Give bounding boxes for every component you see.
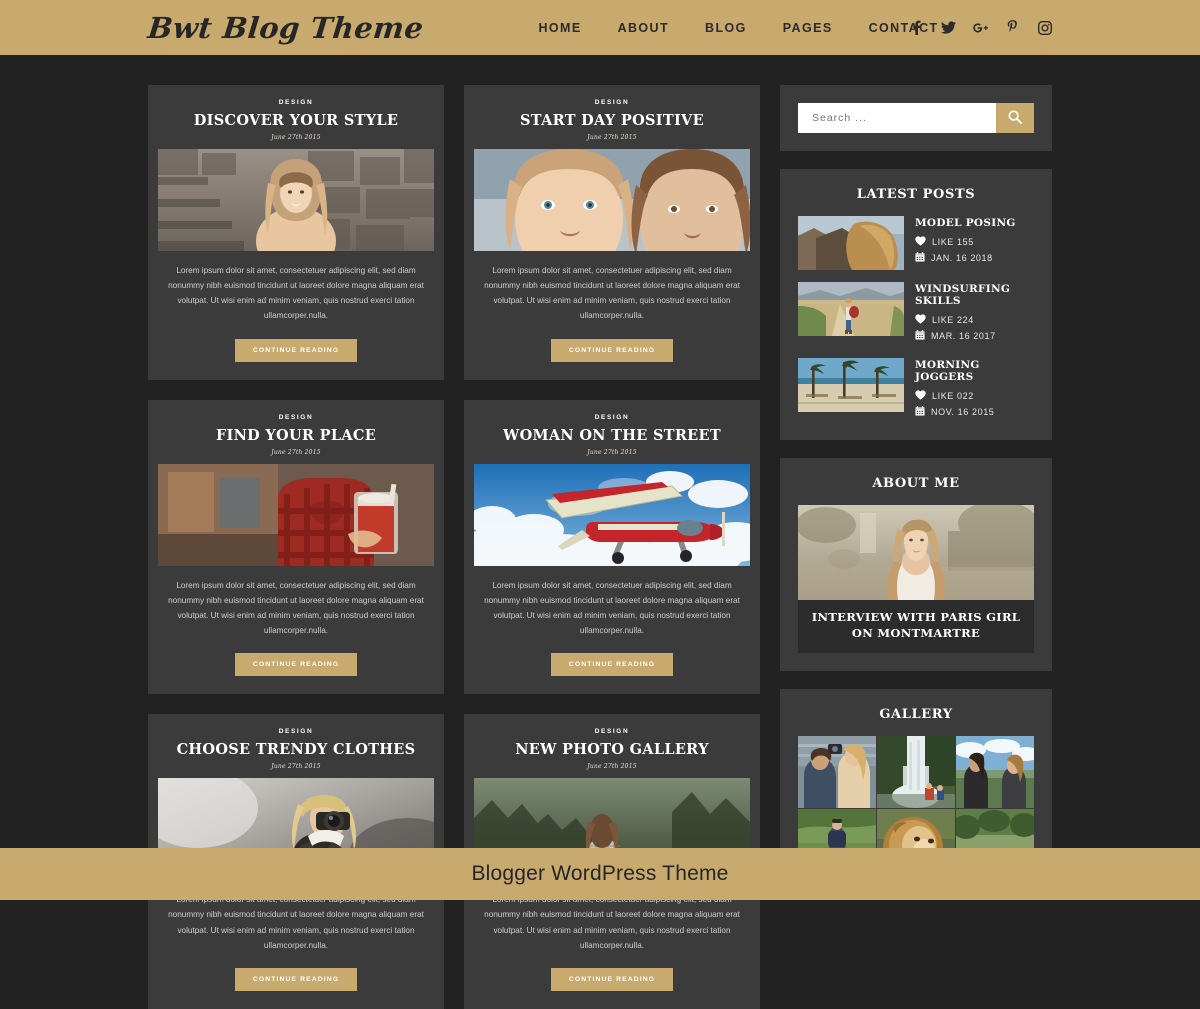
widget-title: GALLERY	[798, 707, 1034, 722]
latest-post-title[interactable]: WINDSURFING SKILLS	[915, 283, 1034, 307]
twitter-icon[interactable]	[941, 20, 956, 35]
post-category[interactable]: DESIGN	[158, 728, 434, 735]
search-widget	[780, 85, 1052, 151]
post-title[interactable]: START DAY POSITIVE	[474, 113, 750, 129]
sidebar: LATEST POSTS MODEL POSING	[780, 85, 1052, 899]
search-icon	[1008, 110, 1022, 127]
latest-post-date: JAN. 16 2018	[915, 252, 1034, 264]
continue-reading-button[interactable]: CONTINUE READING	[551, 653, 673, 676]
calendar-icon	[915, 330, 925, 342]
google-plus-icon[interactable]	[973, 20, 988, 35]
post-date-text: MAR. 16 2017	[931, 331, 996, 341]
nav-item-about[interactable]: ABOUT	[618, 21, 669, 35]
search-input[interactable]	[798, 103, 996, 133]
instagram-icon[interactable]	[1037, 20, 1052, 35]
heart-icon	[915, 314, 926, 326]
about-me-image[interactable]	[798, 505, 1034, 600]
nav-item-home[interactable]: HOME	[538, 21, 581, 35]
latest-post-likes: LIKE 022	[915, 390, 1034, 402]
gallery-item[interactable]	[798, 736, 876, 808]
like-count: LIKE 224	[932, 315, 974, 325]
post-image[interactable]	[158, 464, 434, 566]
social-links	[909, 20, 1052, 35]
post-image[interactable]	[158, 149, 434, 251]
like-count: LIKE 022	[932, 391, 974, 401]
site-footer: Blogger WordPress Theme	[0, 848, 1200, 900]
heart-icon	[915, 236, 926, 248]
latest-post-info: MORNING JOGGERS LIKE 022 NOV. 16 2015	[915, 358, 1034, 422]
site-logo[interactable]: Bwt Blog Theme	[146, 11, 425, 45]
post-title[interactable]: DISCOVER YOUR STYLE	[158, 113, 434, 129]
post-category[interactable]: DESIGN	[158, 99, 434, 106]
post-category[interactable]: DESIGN	[158, 414, 434, 421]
list-item[interactable]: MORNING JOGGERS LIKE 022 NOV. 16 2015	[798, 358, 1034, 422]
latest-post-thumbnail[interactable]	[798, 282, 904, 336]
post-excerpt: Lorem ipsum dolor sit amet, consectetuer…	[158, 566, 434, 639]
post-title[interactable]: WOMAN ON THE STREET	[474, 428, 750, 444]
post-category[interactable]: DESIGN	[474, 99, 750, 106]
continue-reading-button[interactable]: CONTINUE READING	[235, 968, 357, 991]
widget-title: LATEST POSTS	[798, 187, 1034, 202]
latest-post-thumbnail[interactable]	[798, 216, 904, 270]
like-count: LIKE 155	[932, 237, 974, 247]
post-card[interactable]: DESIGN START DAY POSITIVE June 27th 2015	[464, 85, 760, 380]
about-me-widget: ABOUT ME	[780, 458, 1052, 671]
post-excerpt: Lorem ipsum dolor sit amet, consectetuer…	[474, 251, 750, 324]
heart-icon	[915, 390, 926, 402]
latest-post-date: NOV. 16 2015	[915, 406, 1034, 418]
continue-reading-button[interactable]: CONTINUE READING	[551, 339, 673, 362]
search-bar	[798, 103, 1034, 133]
latest-post-likes: LIKE 155	[915, 236, 1034, 248]
continue-reading-button[interactable]: CONTINUE READING	[235, 339, 357, 362]
latest-post-thumbnail[interactable]	[798, 358, 904, 412]
latest-post-date: MAR. 16 2017	[915, 330, 1034, 342]
post-title[interactable]: CHOOSE TRENDY CLOTHES	[158, 742, 434, 758]
post-date: June 27th 2015	[158, 134, 434, 141]
latest-post-info: MODEL POSING LIKE 155 JAN. 16 2018	[915, 216, 1034, 268]
list-item[interactable]: MODEL POSING LIKE 155 JAN. 16 2018	[798, 216, 1034, 270]
site-header: Bwt Blog Theme HOME ABOUT BLOG PAGES CON…	[0, 0, 1200, 55]
post-date-text: JAN. 16 2018	[931, 253, 993, 263]
latest-post-title[interactable]: MORNING JOGGERS	[915, 359, 1034, 383]
latest-posts-widget: LATEST POSTS MODEL POSING	[780, 169, 1052, 440]
gallery-item[interactable]	[956, 736, 1034, 808]
post-excerpt: Lorem ipsum dolor sit amet, consectetuer…	[158, 251, 434, 324]
gallery-item[interactable]	[877, 736, 955, 808]
post-card[interactable]: DESIGN FIND YOUR PLACE June 27th 2015	[148, 400, 444, 695]
post-title[interactable]: FIND YOUR PLACE	[158, 428, 434, 444]
pinterest-icon[interactable]	[1005, 20, 1020, 35]
calendar-icon	[915, 252, 925, 264]
post-date: June 27th 2015	[158, 763, 434, 770]
main-navigation: HOME ABOUT BLOG PAGES CONTACT	[538, 21, 938, 35]
widget-title: ABOUT ME	[798, 476, 1034, 491]
nav-item-blog[interactable]: BLOG	[705, 21, 747, 35]
post-category[interactable]: DESIGN	[474, 728, 750, 735]
post-image[interactable]	[474, 149, 750, 251]
footer-text: Blogger WordPress Theme	[471, 862, 728, 886]
post-image[interactable]	[474, 464, 750, 566]
post-date: June 27th 2015	[474, 134, 750, 141]
post-date: June 27th 2015	[158, 449, 434, 456]
latest-post-info: WINDSURFING SKILLS LIKE 224 MAR. 16 2017	[915, 282, 1034, 346]
post-date: June 27th 2015	[474, 763, 750, 770]
post-category[interactable]: DESIGN	[474, 414, 750, 421]
calendar-icon	[915, 406, 925, 418]
latest-post-title[interactable]: MODEL POSING	[915, 217, 1034, 229]
continue-reading-button[interactable]: CONTINUE READING	[235, 653, 357, 676]
post-title[interactable]: NEW PHOTO GALLERY	[474, 742, 750, 758]
nav-item-pages[interactable]: PAGES	[783, 21, 833, 35]
post-date: June 27th 2015	[474, 449, 750, 456]
continue-reading-button[interactable]: CONTINUE READING	[551, 968, 673, 991]
post-excerpt: Lorem ipsum dolor sit amet, consectetuer…	[474, 566, 750, 639]
latest-post-likes: LIKE 224	[915, 314, 1034, 326]
post-card[interactable]: DESIGN DISCOVER YOUR STYLE June 27th 201…	[148, 85, 444, 380]
post-date-text: NOV. 16 2015	[931, 407, 994, 417]
about-me-caption[interactable]: INTERVIEW WITH PARIS GIRL ON MONTMARTRE	[798, 600, 1034, 653]
facebook-icon[interactable]	[909, 20, 924, 35]
search-button[interactable]	[996, 103, 1034, 133]
list-item[interactable]: WINDSURFING SKILLS LIKE 224 MAR. 16 2017	[798, 282, 1034, 346]
post-card[interactable]: DESIGN WOMAN ON THE STREET June 27th 201…	[464, 400, 760, 695]
